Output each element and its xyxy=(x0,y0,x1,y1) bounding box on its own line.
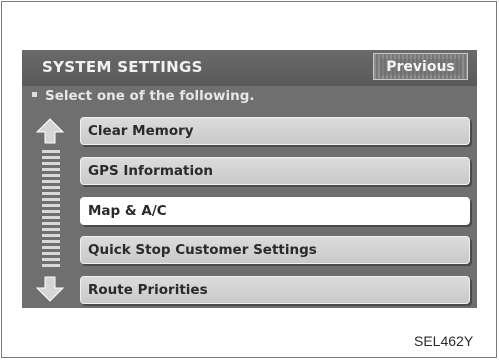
arrow-down-icon xyxy=(35,276,65,302)
scroll-track[interactable] xyxy=(42,150,60,268)
scroll-down-button[interactable] xyxy=(35,276,65,302)
scroll-up-button[interactable] xyxy=(35,118,65,144)
figure-code: SEL462Y xyxy=(414,333,474,349)
screen-title: SYSTEM SETTINGS xyxy=(42,58,203,76)
menu-item-quick-stop-customer-settings[interactable]: Quick Stop Customer Settings xyxy=(80,236,470,264)
menu-item-map-ac[interactable]: Map & A/C xyxy=(80,197,470,225)
menu-item-gps-information[interactable]: GPS Information xyxy=(80,157,470,185)
menu-item-route-priorities[interactable]: Route Priorities xyxy=(80,276,470,304)
bullet-icon xyxy=(32,91,37,97)
previous-button-label: Previous xyxy=(380,58,461,75)
menu-item-label: Clear Memory xyxy=(88,123,194,139)
menu-item-label: Route Priorities xyxy=(88,282,208,298)
navigation-screen: SYSTEM SETTINGS Previous Select one of t… xyxy=(22,50,477,308)
arrow-up-icon xyxy=(35,118,65,144)
menu-item-label: GPS Information xyxy=(88,163,213,179)
menu-item-clear-memory[interactable]: Clear Memory xyxy=(80,117,470,145)
instruction-text: Select one of the following. xyxy=(32,88,255,104)
instruction-label: Select one of the following. xyxy=(45,88,255,104)
menu-item-label: Map & A/C xyxy=(88,203,167,219)
menu-item-label: Quick Stop Customer Settings xyxy=(88,242,317,258)
screen-header: SYSTEM SETTINGS Previous xyxy=(22,50,477,86)
previous-button[interactable]: Previous xyxy=(373,53,468,80)
figure-frame: SYSTEM SETTINGS Previous Select one of t… xyxy=(1,1,497,358)
